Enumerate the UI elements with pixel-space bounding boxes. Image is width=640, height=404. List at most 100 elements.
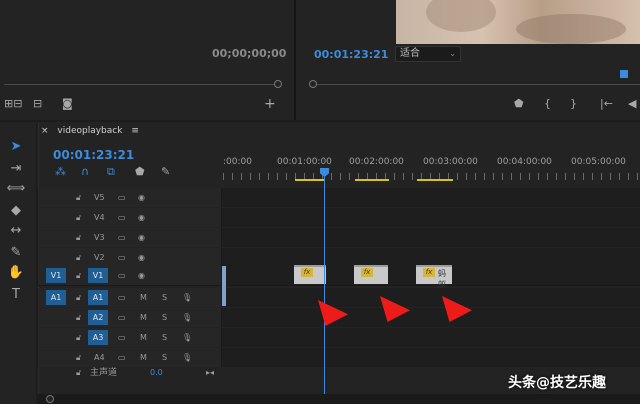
microphone-icon[interactable]: 🎙︎ [182, 288, 192, 307]
track-row-a1: A1 🔓︎ A1 ▭ M S 🎙︎ [38, 288, 640, 307]
fx-badge: fx [301, 268, 313, 277]
track-header: 🔓︎ V3 ▭ ◉ [38, 228, 222, 247]
lock-icon[interactable]: 🔓︎ [76, 188, 81, 207]
lock-icon[interactable]: 🔓︎ [76, 248, 81, 267]
track-lane[interactable] [222, 228, 640, 247]
track-target-a2[interactable]: A2 [88, 310, 108, 325]
track-lane[interactable] [222, 188, 640, 207]
program-scrub-bar[interactable] [312, 84, 640, 85]
video-clip[interactable]: fx [354, 265, 388, 284]
mute-button[interactable]: M [140, 288, 147, 307]
track-target-a3[interactable]: A3 [88, 330, 108, 345]
snap-icon[interactable]: ∩ [81, 166, 89, 178]
timeline-tab[interactable]: × videoplayback ≡ [41, 126, 139, 136]
eye-icon[interactable]: ◉ [138, 248, 145, 267]
fx-badge: fx [361, 268, 373, 277]
overwrite-icon[interactable]: ⊟ [33, 98, 42, 110]
camera-icon[interactable]: ◙ [62, 98, 73, 110]
razor-tool-icon[interactable]: ◆ [6, 202, 26, 220]
type-tool-icon[interactable]: T [6, 286, 26, 304]
marker-icon[interactable]: ⬟ [514, 98, 524, 110]
mark-out-icon[interactable]: } [570, 98, 577, 110]
watermark: 头条@技艺乐趣 [508, 375, 606, 391]
clip-edge[interactable] [222, 266, 226, 306]
fit-dropdown[interactable]: 适合 ⌄ [395, 46, 461, 62]
track-lane[interactable] [222, 288, 640, 307]
nest-icon[interactable]: ⁂ [55, 166, 66, 178]
sync-lock-icon[interactable]: ▭ [118, 266, 126, 285]
sync-lock-icon[interactable]: ▭ [118, 208, 126, 227]
lock-icon[interactable]: 🔓︎ [76, 288, 81, 307]
source-timecode[interactable]: 00;00;00;00 [212, 47, 286, 60]
timeline-horizontal-scrollbar[interactable] [38, 394, 640, 404]
track-label: V2 [94, 253, 105, 262]
mute-button[interactable]: M [140, 328, 147, 347]
go-to-end-icon[interactable]: ▸◂ [206, 364, 214, 382]
track-header: 🔓︎ V4 ▭ ◉ [38, 208, 222, 227]
track-row-a3: 🔓︎ A3 ▭ M S 🎙︎ [38, 328, 640, 347]
lock-icon[interactable]: 🔓︎ [76, 364, 81, 382]
track-header: 🔓︎ A3 ▭ M S 🎙︎ [38, 328, 222, 347]
sync-lock-icon[interactable]: ▭ [118, 308, 126, 327]
add-button-icon[interactable]: + [264, 97, 276, 111]
solo-button[interactable]: S [162, 308, 167, 327]
work-area-bar [417, 179, 453, 181]
add-marker-icon[interactable]: ⬟ [135, 166, 145, 178]
track-header: V1 🔓︎ V1 ▭ ◉ [38, 266, 222, 285]
track-select-tool-icon[interactable]: ⇥ [6, 160, 26, 178]
wrench-icon[interactable]: ✎ [161, 166, 170, 178]
track-lane[interactable] [222, 348, 640, 367]
scrollbar-handle[interactable] [46, 395, 54, 403]
sync-lock-icon[interactable]: ▭ [118, 248, 126, 267]
solo-button[interactable]: S [162, 328, 167, 347]
master-volume-value[interactable]: 0.0 [150, 364, 163, 382]
insert-icon[interactable]: ⊞⊟ [4, 98, 22, 110]
sync-lock-icon[interactable]: ▭ [118, 228, 126, 247]
sync-lock-icon[interactable]: ▭ [118, 328, 126, 347]
solo-button[interactable]: S [162, 288, 167, 307]
mark-in-icon[interactable]: { [544, 98, 551, 110]
track-lane[interactable] [222, 308, 640, 327]
video-clip[interactable]: fx 蚂蚁 [416, 265, 452, 289]
program-timecode[interactable]: 00:01:23:21 [314, 48, 388, 61]
eye-icon[interactable]: ◉ [138, 208, 145, 227]
lock-icon[interactable]: 🔓︎ [76, 208, 81, 227]
mute-button[interactable]: M [140, 308, 147, 327]
playhead-line[interactable] [324, 170, 325, 398]
menu-icon[interactable]: ≡ [131, 126, 139, 136]
timeline-timecode[interactable]: 00:01:23:21 [53, 148, 134, 162]
go-to-in-icon[interactable]: |← [600, 98, 613, 110]
track-target-a1[interactable]: A1 [88, 290, 108, 305]
lock-icon[interactable]: 🔓︎ [76, 328, 81, 347]
linked-selection-icon[interactable]: ⧉ [107, 166, 115, 178]
pen-tool-icon[interactable]: ✎ [6, 244, 26, 262]
program-scrub-knob[interactable] [309, 80, 317, 88]
microphone-icon[interactable]: 🎙︎ [182, 308, 192, 327]
slip-tool-icon[interactable]: ↔ [6, 222, 26, 240]
sync-lock-icon[interactable]: ▭ [118, 288, 126, 307]
source-patch-v1[interactable]: V1 [46, 268, 66, 283]
lock-icon[interactable]: 🔓︎ [76, 228, 81, 247]
track-lane[interactable] [222, 328, 640, 347]
ripple-edit-tool-icon[interactable]: ⟺ [6, 180, 26, 198]
source-patch-a1[interactable]: A1 [46, 290, 66, 305]
track-target-v1[interactable]: V1 [88, 268, 108, 283]
tools-panel: ➤ ⇥ ⟺ ◆ ↔ ✎ ✋ T [0, 122, 36, 404]
microphone-icon[interactable]: 🎙︎ [182, 328, 192, 347]
eye-icon[interactable]: ◉ [138, 266, 145, 285]
close-icon[interactable]: × [41, 126, 49, 136]
eye-icon[interactable]: ◉ [138, 228, 145, 247]
selection-tool-icon[interactable]: ➤ [6, 138, 26, 156]
lock-icon[interactable]: 🔓︎ [76, 266, 81, 285]
source-scrub-knob[interactable] [274, 80, 282, 88]
sync-lock-icon[interactable]: ▭ [118, 188, 126, 207]
source-scrub-bar[interactable] [4, 84, 280, 85]
hand-tool-icon[interactable]: ✋ [6, 264, 26, 282]
step-back-icon[interactable]: ◀ [628, 98, 636, 110]
track-row-v1: V1 🔓︎ V1 ▭ ◉ [38, 266, 640, 286]
video-clip[interactable]: fx [294, 265, 326, 284]
track-lane[interactable] [222, 208, 640, 227]
eye-icon[interactable]: ◉ [138, 188, 145, 207]
program-playhead-marker[interactable] [620, 70, 628, 78]
lock-icon[interactable]: 🔓︎ [76, 308, 81, 327]
